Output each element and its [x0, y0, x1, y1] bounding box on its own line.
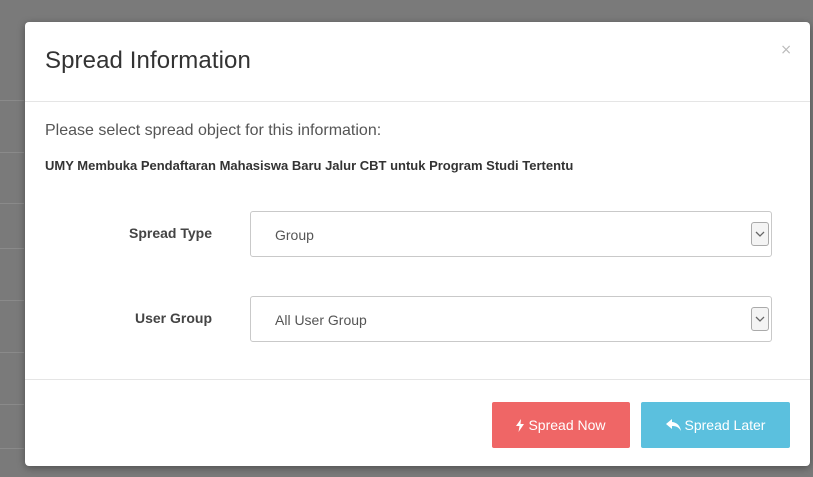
spread-now-label: Spread Now [528, 417, 606, 433]
spread-type-select[interactable]: Group [250, 211, 772, 257]
bolt-icon [516, 418, 525, 432]
modal-footer: Spread Now Spread Later [25, 380, 810, 466]
user-group-value: All User Group [275, 312, 367, 328]
user-group-label: User Group [134, 310, 212, 326]
spread-later-button[interactable]: Spread Later [641, 402, 790, 448]
chevron-down-icon[interactable] [751, 307, 769, 331]
spread-type-row: Spread Type Group [25, 211, 810, 257]
spread-type-value: Group [275, 227, 314, 243]
information-title: UMY Membuka Pendaftaran Mahasiswa Baru J… [45, 158, 574, 173]
user-group-select[interactable]: All User Group [250, 296, 772, 342]
instruction-text: Please select spread object for this inf… [45, 122, 382, 139]
chevron-down-icon[interactable] [751, 222, 769, 246]
user-group-row: User Group All User Group [25, 296, 810, 342]
modal-title: Spread Information [45, 47, 251, 74]
reply-icon [665, 419, 681, 431]
spread-later-label: Spread Later [684, 417, 766, 433]
modal-header: Spread Information × [25, 22, 810, 102]
spread-type-label: Spread Type [129, 225, 212, 241]
spread-now-button[interactable]: Spread Now [492, 402, 630, 448]
modal-body: Please select spread object for this inf… [25, 102, 810, 380]
spread-information-modal: Spread Information × Please select sprea… [25, 22, 810, 466]
close-button[interactable]: × [780, 42, 792, 58]
